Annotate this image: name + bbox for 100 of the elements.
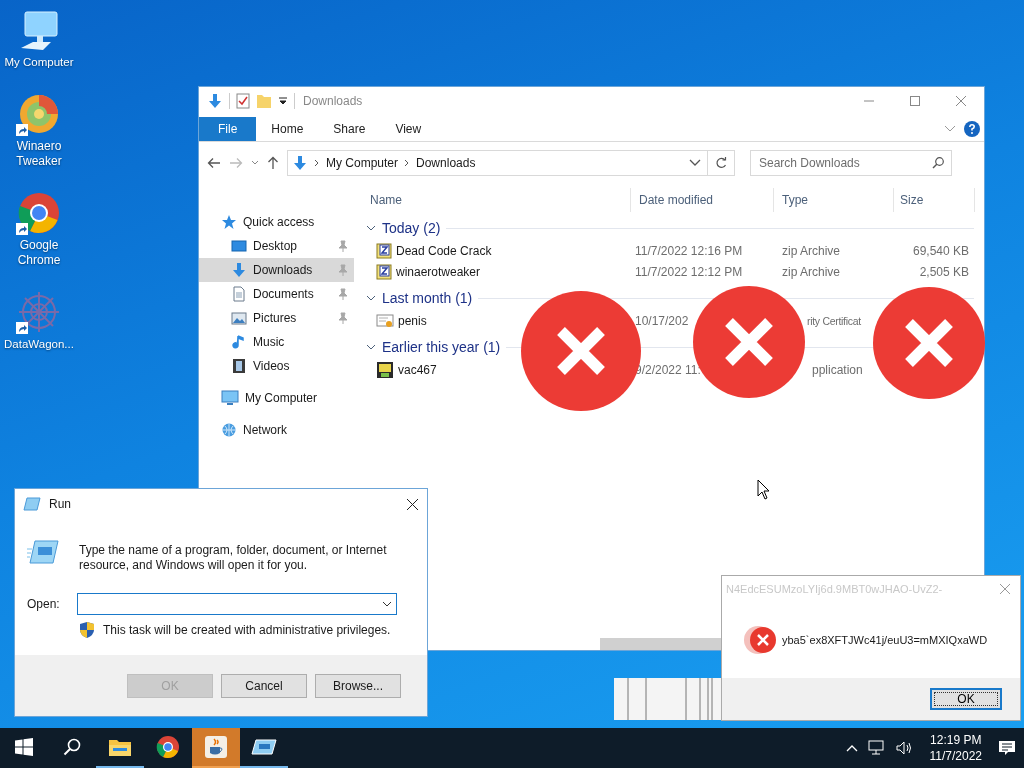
date-cell: 11/7/2022 12:12 PM — [635, 264, 743, 279]
column-header[interactable]: Name — [362, 188, 631, 212]
network-icon — [221, 422, 237, 438]
column-header[interactable]: Date modified — [631, 188, 774, 212]
nav-item[interactable]: Music — [199, 330, 354, 354]
nav-item[interactable]: Documents — [199, 282, 354, 306]
chevron-down-icon — [251, 160, 259, 166]
run-icon — [251, 737, 277, 757]
application-icon — [376, 360, 394, 379]
search-icon — [932, 157, 944, 169]
forward-arrow-icon — [229, 157, 243, 169]
up-arrow-icon — [267, 156, 279, 170]
desktop-icon — [231, 238, 247, 254]
window-title: Downloads — [302, 94, 364, 108]
type-cell: pplication — [812, 362, 863, 377]
size-cell: 2,505 KB — [919, 264, 969, 279]
caret-icon — [278, 96, 288, 106]
back-arrow-icon — [207, 157, 221, 169]
open-field[interactable] — [77, 593, 397, 615]
folder-icon — [256, 93, 272, 109]
document-icon — [231, 286, 247, 302]
download-icon — [292, 155, 308, 171]
type-cell: zip Archive — [782, 243, 841, 258]
file-menu-button[interactable]: File — [199, 117, 257, 141]
chrome-icon — [156, 735, 180, 759]
type-cell: rity Certificat — [807, 314, 861, 327]
run-icon — [23, 497, 41, 511]
group-header[interactable]: Today (2) — [382, 220, 441, 236]
address-bar[interactable]: My Computer Downloads — [287, 150, 735, 176]
chevron-down-icon — [382, 601, 392, 607]
error-message: yba5`ex8XFTJWc41j/euU3=mMXIQxaWD — [782, 634, 988, 646]
download-icon — [207, 93, 223, 109]
file-name[interactable]: vac467 — [398, 362, 437, 377]
breadcrumb-item[interactable]: My Computer — [326, 156, 399, 170]
clock[interactable]: 12:19 PM 11/7/2022 — [923, 732, 988, 764]
column-header[interactable]: Size — [894, 188, 975, 212]
properties-icon — [236, 93, 250, 109]
chevron-down-icon — [944, 125, 956, 133]
ribbon-tab[interactable]: View — [380, 117, 437, 141]
nav-item[interactable]: Quick access — [199, 210, 354, 234]
picture-icon — [231, 310, 247, 326]
close-icon — [1000, 584, 1010, 594]
date-cell: 11/7/2022 12:16 PM — [635, 243, 743, 258]
help-icon — [964, 121, 980, 137]
desktop-icon-label[interactable]: My Computer — [4, 55, 74, 70]
desktop-icon-label[interactable]: DataWagon... — [4, 337, 74, 352]
breadcrumb-item[interactable]: Downloads — [416, 156, 476, 170]
desktop-icon-label[interactable]: Google Chrome — [6, 238, 72, 268]
instruction-text: Type the name of a program, folder, document, or Internet resource, and Windows will open it for you. — [79, 543, 388, 573]
chevron-right-icon — [404, 159, 411, 167]
search-field[interactable]: Search Downloads — [750, 150, 952, 176]
speaker-icon — [895, 740, 914, 756]
dialog-button[interactable]: Cancel — [221, 673, 307, 698]
nav-item[interactable]: Videos — [199, 354, 354, 378]
nav-item[interactable]: Pictures — [199, 306, 354, 330]
zip-file-icon — [376, 242, 392, 259]
shield-icon — [79, 621, 95, 639]
dialog-title: Run — [49, 497, 72, 511]
chevron-down-icon — [689, 159, 701, 167]
nav-item[interactable]: Desktop — [199, 234, 354, 258]
windows-logo-icon — [15, 738, 33, 756]
group-header[interactable]: Last month (1) — [382, 290, 473, 306]
search-icon — [63, 738, 81, 756]
computer-icon — [221, 390, 239, 406]
ribbon-tab[interactable]: Home — [256, 117, 319, 141]
network-icon — [867, 740, 886, 756]
group-header[interactable]: Earlier this year (1) — [382, 339, 501, 355]
nav-item[interactable]: Network — [199, 418, 354, 442]
chevron-right-icon — [314, 159, 320, 167]
nav-item[interactable]: Downloads — [199, 258, 354, 282]
ok-button[interactable]: OK — [930, 688, 1002, 710]
nav-item[interactable]: My Computer — [199, 386, 354, 410]
maximize-icon — [910, 96, 920, 106]
open-label: Open: — [27, 597, 61, 611]
type-cell: zip Archive — [782, 264, 841, 279]
download-icon — [231, 262, 247, 278]
admin-note: This task will be created with administrative privileges. — [103, 623, 391, 637]
file-name[interactable]: winaerotweaker — [396, 264, 481, 279]
file-name[interactable]: Dead Code Crack — [396, 243, 492, 258]
run-icon — [27, 539, 59, 565]
certificate-icon — [376, 312, 394, 329]
close-icon — [956, 96, 966, 106]
swirl-icon — [17, 92, 61, 136]
dialog-button[interactable]: Browse... — [315, 673, 401, 698]
file-name[interactable]: penis — [398, 313, 427, 328]
snowflake-icon — [17, 290, 61, 334]
size-cell: 69,540 KB — [912, 243, 969, 258]
close-icon — [406, 498, 418, 510]
desktop-icon-label[interactable]: Winaero Tweaker — [6, 139, 72, 169]
film-icon — [231, 358, 247, 374]
error-icon — [744, 624, 776, 656]
star-icon — [221, 214, 237, 230]
cursor-icon — [757, 479, 771, 500]
chrome-icon — [17, 191, 61, 235]
notification-icon — [998, 740, 1016, 756]
chevron-up-icon — [845, 744, 858, 752]
ribbon-tab[interactable]: Share — [318, 117, 381, 141]
column-header[interactable]: Type — [774, 188, 894, 212]
date-cell: 10/17/202 — [635, 313, 689, 328]
refresh-icon — [715, 157, 727, 169]
